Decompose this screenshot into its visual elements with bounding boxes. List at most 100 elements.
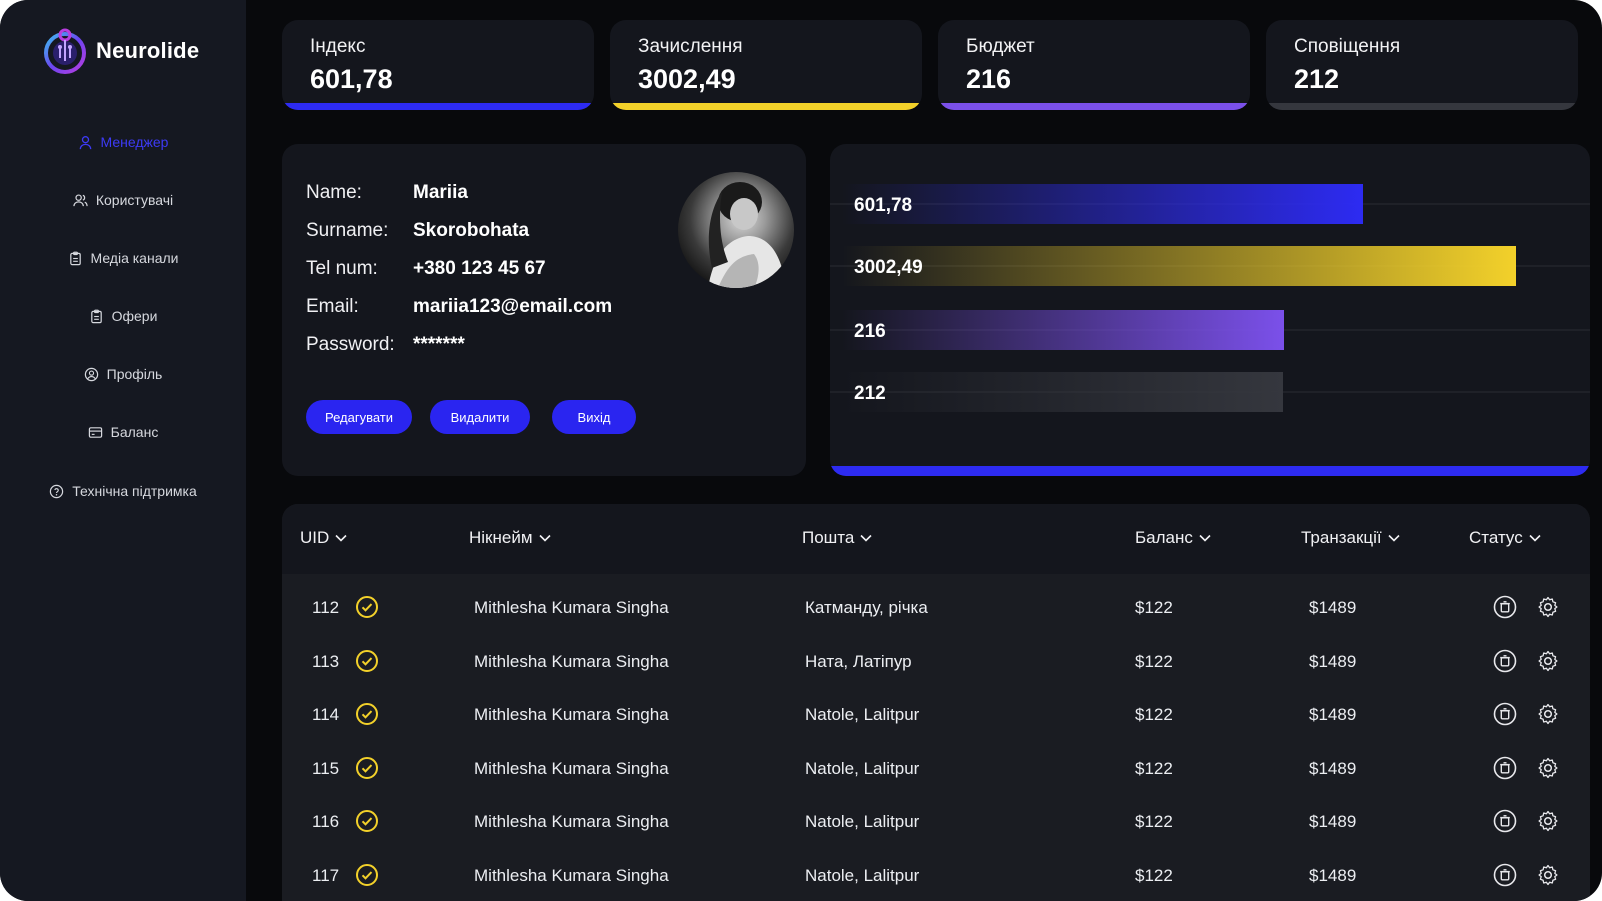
column-header-label: Нікнейм xyxy=(469,528,533,547)
stat-accent-bar xyxy=(282,103,594,110)
cell-balance: $122 xyxy=(1135,705,1173,724)
cell-uid: 112 xyxy=(312,598,340,617)
cell-transactions: $1489 xyxy=(1309,651,1357,671)
exit-button[interactable]: Вихід xyxy=(552,400,636,434)
check-circle-icon xyxy=(355,756,379,780)
column-header-status[interactable]: Статус xyxy=(1469,528,1541,548)
cell-uid: 115 xyxy=(312,758,340,778)
table-row[interactable]: 116 Mithlesha Kumara Singha Natole, Lalitp… xyxy=(282,796,1590,849)
chart-bar[interactable] xyxy=(842,372,1283,412)
stat-accent-bar xyxy=(610,103,922,110)
sidebar-item-label: Профіль xyxy=(106,366,163,382)
table-row[interactable]: 114 Mithlesha Kumara Singha Natole, Lalitp… xyxy=(282,689,1590,742)
delete-icon[interactable] xyxy=(1493,809,1517,833)
profile-field-value: Skorobohata xyxy=(413,220,530,241)
sidebar-item-label: Офери xyxy=(111,308,158,324)
column-header-uid[interactable]: UID xyxy=(300,528,347,548)
profile-field-key: Tel num: xyxy=(306,258,378,279)
table-row[interactable]: 112 Mithlesha Kumara Singha Катманду, річк… xyxy=(282,582,1590,635)
table-row[interactable]: 117 Mithlesha Kumara Singha Natole, Lalitp… xyxy=(282,850,1590,901)
cell-transactions: $1489 xyxy=(1309,865,1357,885)
chart-data-label: 212 xyxy=(854,383,886,404)
logo[interactable]: Neurolide xyxy=(42,28,199,74)
users-table: UID Нікнейм Пошта Баланс Транзакції Стат… xyxy=(282,504,1590,901)
check-circle-icon xyxy=(355,649,379,673)
sidebar-item-profile[interactable]: Профіль xyxy=(0,360,246,388)
sidebar-item-users[interactable]: Користувачі xyxy=(0,186,246,214)
sidebar-item-label: Менеджер xyxy=(100,134,169,150)
profile-row-name: Name: Mariia xyxy=(306,182,468,204)
chart-bar[interactable] xyxy=(842,246,1516,286)
cell-mail: Ната, Латіпур xyxy=(805,651,912,671)
column-header-balance[interactable]: Баланс xyxy=(1135,528,1211,548)
profile-field-key: Password: xyxy=(306,334,395,355)
stat-accent-bar xyxy=(938,103,1250,110)
cell-nickname: Mithlesha Kumara Singha xyxy=(474,758,669,778)
gear-icon[interactable] xyxy=(1536,649,1560,673)
stat-label: Індекс xyxy=(310,36,366,57)
column-header-nickname[interactable]: Нікнейм xyxy=(469,528,551,548)
chart-bar[interactable] xyxy=(842,310,1284,350)
gear-icon[interactable] xyxy=(1536,863,1560,887)
chevron-down-icon xyxy=(1388,534,1400,542)
stat-card-budget[interactable]: Бюджет 216 xyxy=(938,20,1250,110)
sidebar-item-label: Користувачі xyxy=(95,192,174,208)
delete-icon[interactable] xyxy=(1493,756,1517,780)
cell-nickname: Mithlesha Kumara Singha xyxy=(474,865,669,885)
sidebar-item-media-channels[interactable]: Медіа канали xyxy=(0,244,246,272)
delete-icon[interactable] xyxy=(1493,863,1517,887)
gear-icon[interactable] xyxy=(1536,809,1560,833)
sidebar-item-label: Технічна підтримка xyxy=(72,483,197,499)
stat-card-enrollment[interactable]: Зачислення 3002,49 xyxy=(610,20,922,110)
stat-value: 3002,49 xyxy=(638,64,736,94)
chart-accent-bar xyxy=(830,466,1590,476)
profile-field-key: Email: xyxy=(306,296,359,317)
help-circle-icon xyxy=(50,484,64,498)
gear-icon[interactable] xyxy=(1536,702,1560,726)
avatar[interactable] xyxy=(678,172,794,288)
cell-nickname: Mithlesha Kumara Singha xyxy=(474,812,669,831)
chevron-down-icon xyxy=(538,534,551,542)
column-header-transactions[interactable]: Транзакції xyxy=(1301,528,1400,548)
column-header-label: Транзакції xyxy=(1301,528,1382,547)
gear-icon[interactable] xyxy=(1536,595,1560,619)
stat-value: 216 xyxy=(966,64,1012,94)
profile-field-key: Surname: xyxy=(306,220,389,241)
table-row[interactable]: 115 Mithlesha Kumara Singha Natole, Lalitp… xyxy=(282,743,1590,796)
cell-balance: $122 xyxy=(1135,651,1173,671)
sidebar: Neurolide Менеджер Користувачі Медіа кан… xyxy=(0,0,246,901)
user-icon xyxy=(79,135,91,149)
profile-row-password: Password: ******* xyxy=(306,334,465,356)
chart-bar[interactable] xyxy=(842,184,1363,224)
column-header-mail[interactable]: Пошта xyxy=(802,528,872,548)
sidebar-item-manager[interactable]: Менеджер xyxy=(0,128,246,156)
delete-icon[interactable] xyxy=(1493,595,1517,619)
table-row[interactable]: 113 Mithlesha Kumara Singha Ната, Латіпур $… xyxy=(282,636,1590,689)
delete-button[interactable]: Видалити xyxy=(430,400,530,434)
cell-uid: 114 xyxy=(312,705,340,724)
chart-data-label: 601,78 xyxy=(854,195,912,216)
stat-card-notifications[interactable]: Сповіщення 212 xyxy=(1266,20,1578,110)
bar-chart: 601,78 3002,49 216 212 xyxy=(830,184,1590,412)
profile-field-key: Name: xyxy=(306,182,362,203)
sidebar-item-balance[interactable]: Баланс xyxy=(0,418,246,446)
cell-mail: Natole, Lalitpur xyxy=(805,865,920,885)
column-header-label: Баланс xyxy=(1135,528,1193,547)
chart-data-label: 3002,49 xyxy=(854,257,923,278)
profile-field-value: Mariia xyxy=(413,182,468,203)
gear-icon[interactable] xyxy=(1536,756,1560,780)
chevron-down-icon xyxy=(335,534,347,542)
delete-icon[interactable] xyxy=(1493,702,1517,726)
stat-label: Зачислення xyxy=(638,36,743,57)
stat-card-index[interactable]: Індекс 601,78 xyxy=(282,20,594,110)
cell-transactions: $1489 xyxy=(1309,705,1357,724)
cell-balance: $122 xyxy=(1135,758,1173,778)
edit-button[interactable]: Редагувати xyxy=(306,400,412,434)
cell-balance: $122 xyxy=(1135,812,1173,831)
delete-icon[interactable] xyxy=(1493,649,1517,673)
sidebar-item-support[interactable]: Технічна підтримка xyxy=(0,477,246,505)
stat-accent-bar xyxy=(1266,103,1578,110)
sidebar-item-offers[interactable]: Офери xyxy=(0,302,246,330)
check-circle-icon xyxy=(355,595,379,619)
cell-mail: Natole, Lalitpur xyxy=(805,812,920,831)
